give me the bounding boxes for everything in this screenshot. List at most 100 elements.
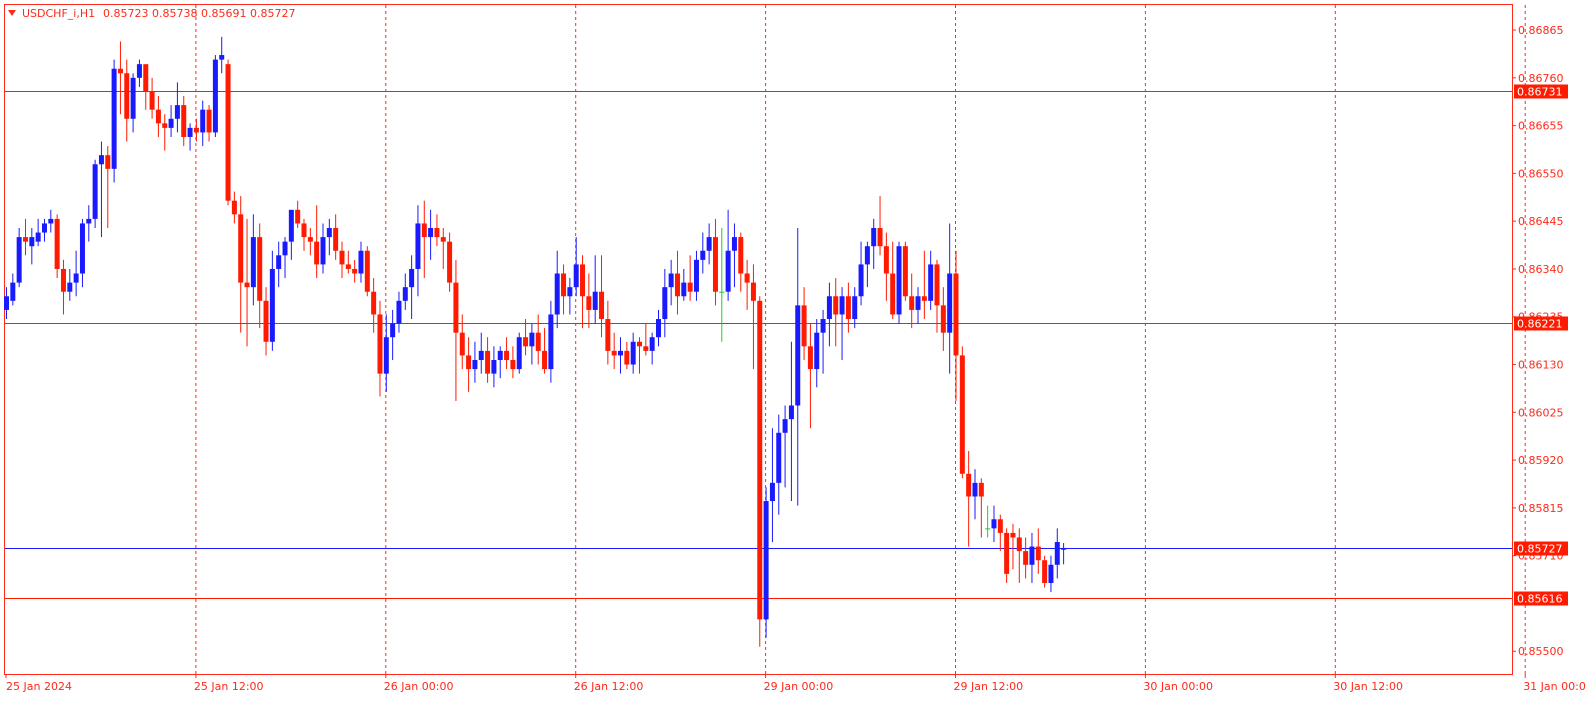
x-tick-label: 25 Jan 2024 (6, 680, 72, 693)
candle-body (820, 319, 826, 333)
candle-body (523, 337, 529, 347)
candle-body (67, 282, 73, 292)
bid-price-label: 0.85727 (1517, 543, 1563, 556)
candle-body (402, 287, 408, 301)
candle-body (231, 200, 237, 215)
candle-body (763, 501, 769, 620)
candle-body (1042, 560, 1048, 583)
candle-body (238, 214, 244, 283)
candle-body (491, 359, 497, 374)
candle-body (105, 155, 111, 169)
candle-body (706, 237, 712, 251)
x-tick-label: 26 Jan 12:00 (574, 680, 644, 693)
candle-body (814, 332, 820, 370)
candle-body (624, 350, 630, 365)
y-tick-label: 0.86655 (1518, 120, 1564, 133)
candle-body (212, 59, 218, 133)
candle-body (535, 332, 541, 351)
candle-body (852, 296, 858, 320)
candle-body (22, 237, 28, 242)
candle-body (16, 237, 22, 283)
candle-body (396, 300, 402, 324)
candle-body (1048, 564, 1054, 583)
candle-body (567, 287, 573, 297)
candle-body (206, 109, 212, 133)
x-axis: 25 Jan 2024 25 Jan 12:00 26 Jan 00:00 26 Ja… (5, 674, 1586, 693)
candle-body (35, 232, 41, 242)
candle-body (447, 241, 453, 283)
candle-body (769, 482, 775, 502)
candle-body (662, 287, 668, 320)
candle-body (409, 268, 415, 288)
candle-body (896, 246, 902, 315)
candle-body (516, 337, 522, 370)
y-tick-label: 0.85500 (1518, 645, 1564, 658)
candle-body (497, 350, 503, 360)
y-tick-label: 0.86760 (1518, 72, 1564, 85)
level-price-label: 0.86731 (1517, 86, 1563, 99)
candle-body (1054, 542, 1060, 565)
candle-body (674, 273, 680, 297)
candle-body (744, 273, 750, 283)
candle-body (434, 228, 440, 238)
candle-body (630, 341, 636, 365)
candle-body (174, 105, 180, 119)
y-tick-label: 0.86865 (1518, 24, 1564, 37)
candle-body (269, 268, 275, 342)
x-tick-label: 31 Jan 00:00 (1523, 680, 1586, 693)
candle-body (282, 241, 288, 256)
candle-body (966, 473, 972, 497)
candle-body (883, 246, 889, 274)
candle-body (371, 291, 377, 315)
candle-body (795, 305, 801, 406)
candle-body (807, 346, 813, 370)
candle-body (801, 305, 807, 347)
candle-body (637, 341, 642, 347)
candle-body (668, 273, 674, 288)
candle-body (466, 355, 472, 370)
candle-body (48, 218, 54, 224)
candle-body (1035, 546, 1041, 561)
candle-body (573, 264, 579, 288)
candle-body (345, 264, 351, 269)
candle-body (1023, 551, 1029, 565)
level-price-label: 0.86221 (1517, 318, 1563, 331)
candle-body (1004, 532, 1010, 574)
candle-body (472, 359, 478, 370)
chart-svg: 0.86865 0.86760 0.86655 0.86550 0.86445 0.863… (4, 4, 1586, 693)
candle-body (510, 359, 516, 370)
candle-body (864, 246, 870, 265)
candle-body (554, 273, 560, 315)
candle-body (915, 296, 921, 310)
candle-body (921, 296, 927, 301)
candle-body (548, 314, 554, 370)
candle-body (940, 305, 946, 333)
y-tick-label: 0.85920 (1518, 454, 1564, 467)
x-tick-label: 29 Jan 12:00 (954, 680, 1024, 693)
candle-body (649, 337, 655, 351)
candle-body (155, 109, 161, 124)
candle-body (586, 296, 592, 310)
candle-body (136, 64, 142, 78)
candle-body (86, 218, 92, 224)
candle-body (250, 237, 256, 288)
candle-body (839, 296, 845, 315)
y-tick-label: 0.86025 (1518, 406, 1564, 419)
y-tick-label: 0.86130 (1518, 359, 1564, 372)
candle-body (428, 228, 434, 238)
candle-body (92, 164, 98, 219)
price-tags: 0.86731 0.86221 0.85616 0.85727 (1514, 84, 1568, 606)
candle-body (738, 237, 744, 274)
candle-body (352, 268, 358, 274)
candle-body (453, 282, 459, 333)
candle-body (60, 268, 66, 292)
candle-body (985, 528, 991, 530)
y-axis: 0.86865 0.86760 0.86655 0.86550 0.86445 0.863… (1512, 24, 1564, 658)
candle-body (826, 296, 832, 320)
candle-body (29, 237, 35, 247)
candle-body (757, 300, 763, 620)
candle-body (320, 237, 326, 265)
candle-body (890, 273, 896, 315)
candle-body (902, 246, 908, 297)
candle-body (421, 223, 427, 238)
